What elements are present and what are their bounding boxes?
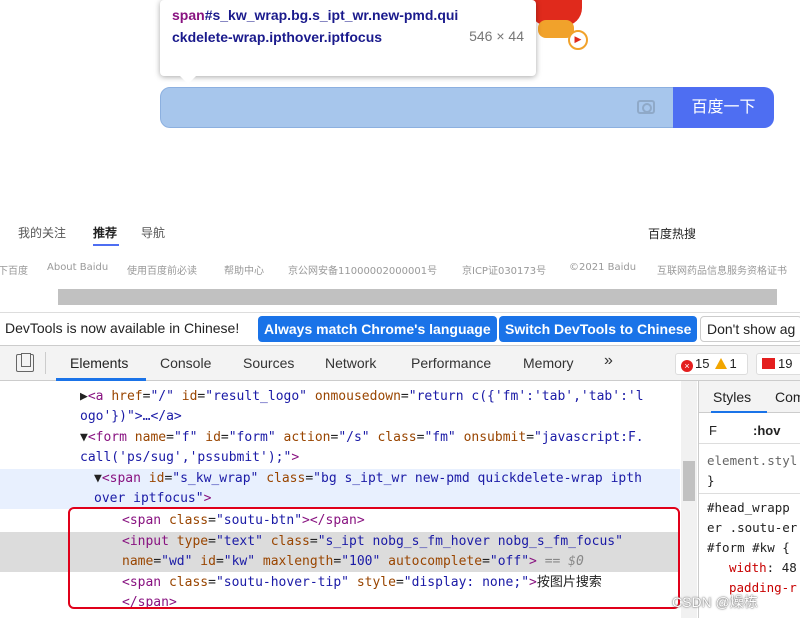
devtools-toolbar: Elements Console Sources Network Perform… bbox=[0, 345, 800, 381]
footer-link[interactable]: 使用百度前必读 bbox=[127, 262, 197, 277]
footer-link[interactable]: 互联网药品信息服务资格证书 bbox=[657, 262, 787, 277]
dom-node-span-kw-wrap-cont: over iptfocus"> bbox=[94, 491, 212, 506]
search-button[interactable]: 百度一下 bbox=[673, 87, 774, 128]
scrollbar-thumb[interactable] bbox=[683, 461, 695, 501]
tab-recommend[interactable]: 推荐 bbox=[93, 224, 117, 241]
active-tab-underline bbox=[93, 244, 119, 246]
tooltip-arrow bbox=[180, 76, 196, 84]
dom-node-form-cont: call('ps/sug','pssubmit');"> bbox=[80, 450, 300, 465]
red-annotation-box bbox=[68, 507, 680, 609]
always-match-language-button[interactable]: Always match Chrome's language bbox=[258, 316, 497, 342]
tooltip-selector-rest: #s_kw_wrap.bg.s_ipt_wr.new-pmd.quickdele… bbox=[172, 7, 459, 45]
elements-vertical-scrollbar[interactable] bbox=[681, 381, 697, 618]
styles-tab-underline bbox=[711, 411, 767, 413]
toolbar-divider bbox=[45, 352, 46, 374]
expand-arrow-icon[interactable]: ▶ bbox=[80, 389, 88, 404]
footer-link: ©2021 Baidu bbox=[569, 262, 637, 273]
tab-network[interactable]: Network bbox=[325, 355, 376, 371]
styles-divider bbox=[699, 493, 800, 494]
dont-show-again-button[interactable]: Don't show ag bbox=[700, 316, 800, 342]
error-warning-counter[interactable]: × 15 1 bbox=[675, 353, 748, 375]
banner-message: DevTools is now available in Chinese! bbox=[5, 320, 240, 336]
styles-filter-input[interactable]: F bbox=[709, 421, 717, 441]
tooltip-dimensions: 546 × 44 bbox=[469, 28, 524, 44]
error-count: 15 bbox=[695, 356, 710, 371]
footer-link[interactable]: 帮助中心 bbox=[224, 262, 264, 277]
search-input[interactable] bbox=[160, 87, 674, 128]
warning-count: 1 bbox=[729, 356, 737, 371]
issues-icon bbox=[762, 358, 775, 369]
tab-styles[interactable]: Styles bbox=[713, 389, 751, 405]
tab-performance[interactable]: Performance bbox=[411, 355, 491, 371]
hot-search-title[interactable]: 百度热搜 bbox=[648, 225, 696, 242]
dom-node-span-kw-wrap[interactable]: ▼<span id="s_kw_wrap" class="bg s_ipt_wr… bbox=[94, 469, 642, 489]
style-rule-close: } bbox=[707, 473, 715, 488]
style-rule-selector: er .soutu-er bbox=[707, 520, 798, 535]
csdn-watermark: CSDN @燥栋 bbox=[672, 594, 758, 610]
error-icon: × bbox=[681, 360, 693, 372]
hover-state-toggle[interactable]: :hov bbox=[753, 421, 780, 441]
tooltip-selector: span#s_kw_wrap.bg.s_ipt_wr.new-pmd.quick… bbox=[172, 4, 462, 48]
styles-tabs: Styles Com bbox=[699, 381, 800, 413]
style-property[interactable]: width: 48 bbox=[729, 558, 797, 578]
styles-divider bbox=[699, 443, 800, 444]
tab-navigation[interactable]: 导航 bbox=[141, 224, 165, 241]
switch-to-chinese-button[interactable]: Switch DevTools to Chinese bbox=[499, 316, 698, 342]
footer-link[interactable]: 京ICP证030173号 bbox=[462, 262, 546, 277]
dom-line-cut bbox=[0, 381, 680, 385]
style-rule-selector: #head_wrapp bbox=[707, 500, 790, 515]
tab-elements[interactable]: Elements bbox=[70, 355, 128, 371]
style-rule-selector: element.styl bbox=[707, 453, 798, 468]
tab-console[interactable]: Console bbox=[160, 355, 211, 371]
dom-node-form[interactable]: ▼<form name="f" id="form" action="/s" cl… bbox=[80, 428, 644, 448]
element-inspect-tooltip: span#s_kw_wrap.bg.s_ipt_wr.new-pmd.quick… bbox=[160, 0, 536, 84]
footer-link[interactable]: About Baidu bbox=[47, 262, 108, 273]
dom-node-a-cont: ogo'})">…</a> bbox=[80, 409, 182, 424]
footer-link[interactable]: 京公网安备11000002000001号 bbox=[288, 262, 437, 277]
play-icon[interactable]: ▶ bbox=[568, 30, 588, 50]
styles-pane: Styles Com F :hov element.styl } #head_w… bbox=[698, 381, 800, 618]
collapse-arrow-icon[interactable]: ▼ bbox=[94, 471, 102, 486]
tooltip-tag: span bbox=[172, 7, 205, 23]
devtools-language-banner: DevTools is now available in Chinese! Al… bbox=[0, 312, 800, 344]
tab-my-follow[interactable]: 我的关注 bbox=[18, 224, 66, 241]
style-rule-selector: #form #kw { bbox=[707, 540, 790, 555]
collapse-arrow-icon[interactable]: ▼ bbox=[80, 430, 88, 445]
horizontal-scrollbar[interactable] bbox=[58, 289, 777, 305]
footer-link[interactable]: 下百度 bbox=[0, 262, 28, 277]
tab-computed[interactable]: Com bbox=[775, 389, 800, 405]
tab-sources[interactable]: Sources bbox=[243, 355, 294, 371]
device-toolbar-icon[interactable] bbox=[16, 353, 34, 372]
issues-count: 19 bbox=[778, 356, 793, 371]
tab-memory[interactable]: Memory bbox=[523, 355, 574, 371]
dom-node-a[interactable]: ▶<a href="/" id="result_logo" onmousedow… bbox=[80, 387, 644, 407]
warning-icon bbox=[715, 358, 728, 369]
camera-icon[interactable] bbox=[637, 100, 655, 114]
more-tabs-icon[interactable]: » bbox=[604, 352, 613, 370]
issues-counter[interactable]: 19 bbox=[756, 353, 800, 375]
